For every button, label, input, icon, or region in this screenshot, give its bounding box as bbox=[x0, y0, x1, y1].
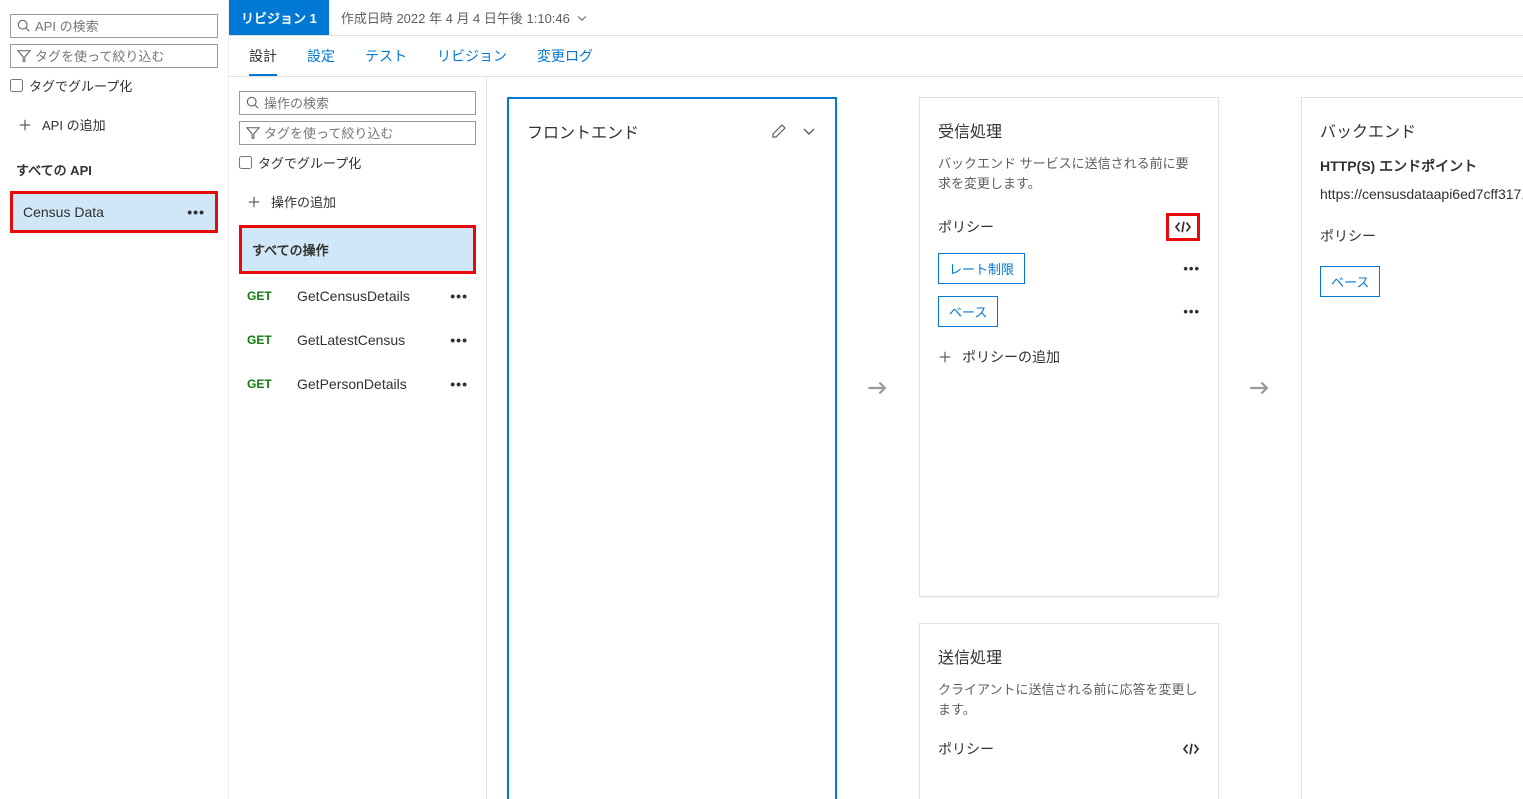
op-filter[interactable] bbox=[239, 121, 476, 145]
add-op-label: 操作の追加 bbox=[271, 192, 336, 211]
api-item-more[interactable]: ••• bbox=[187, 204, 205, 220]
tabs: 設計 設定 テスト リビジョン 変更ログ bbox=[229, 36, 1523, 77]
plus-icon bbox=[938, 350, 952, 364]
topbar: リビジョン 1 作成日時 2022 年 4 月 4 日午後 1:10:46 bbox=[229, 0, 1523, 36]
op-group-by-tag-checkbox[interactable] bbox=[239, 156, 252, 169]
search-icon bbox=[246, 96, 260, 110]
op-search-input[interactable] bbox=[264, 96, 469, 111]
api-filter[interactable] bbox=[10, 44, 218, 68]
backend-url: https://censusdataapi6ed7cff317.azurew bbox=[1320, 186, 1523, 202]
base-pill[interactable]: ベース bbox=[938, 296, 998, 327]
outbound-title: 送信処理 bbox=[938, 644, 1200, 668]
policy-boards: フロントエンド 受信処理 バックエンド サービスに送信される前に要求を変更します… bbox=[487, 77, 1523, 799]
op-group-by-tag-label: タグでグループ化 bbox=[258, 153, 361, 172]
chevron-down-icon bbox=[576, 12, 588, 24]
backend-endpoint-label: HTTP(S) エンドポイント bbox=[1320, 156, 1523, 176]
group-by-tag-checkbox[interactable]: タグでグループ化 bbox=[10, 76, 218, 95]
api-search[interactable] bbox=[10, 14, 218, 38]
tab-changelog[interactable]: 変更ログ bbox=[537, 46, 593, 66]
add-api-label: API の追加 bbox=[42, 115, 106, 134]
add-policy-button[interactable]: ポリシーの追加 bbox=[938, 347, 1200, 367]
add-op-button[interactable]: 操作の追加 bbox=[239, 186, 476, 217]
api-search-input[interactable] bbox=[35, 19, 211, 34]
op-label: GetCensusDetails bbox=[297, 288, 410, 304]
op-method: GET bbox=[247, 377, 279, 391]
api-item-label: Census Data bbox=[23, 204, 104, 220]
api-filter-input[interactable] bbox=[35, 49, 211, 64]
op-row-getpersondetails[interactable]: GET GetPersonDetails ••• bbox=[239, 362, 476, 406]
op-group-by-tag[interactable]: タグでグループ化 bbox=[239, 153, 476, 172]
search-icon bbox=[17, 19, 31, 33]
tab-settings[interactable]: 設定 bbox=[307, 46, 335, 66]
tab-test[interactable]: テスト bbox=[365, 46, 407, 66]
backend-card[interactable]: バックエンド HTTP(S) エンドポイント https://censusdat… bbox=[1301, 97, 1523, 799]
code-icon[interactable] bbox=[1182, 742, 1200, 756]
base-more[interactable]: ••• bbox=[1183, 304, 1200, 319]
inbound-card[interactable]: 受信処理 バックエンド サービスに送信される前に要求を変更します。 ポリシー レ… bbox=[919, 97, 1219, 597]
backend-policy-label: ポリシー bbox=[1320, 226, 1376, 246]
op-label: GetLatestCensus bbox=[297, 332, 405, 348]
chevron-down-icon[interactable] bbox=[801, 123, 817, 139]
all-operations[interactable]: すべての操作 bbox=[239, 225, 476, 274]
code-view-button[interactable] bbox=[1166, 213, 1200, 241]
backend-base-pill[interactable]: ベース bbox=[1320, 266, 1380, 297]
inbound-policy-label: ポリシー bbox=[938, 217, 994, 237]
rate-limit-pill[interactable]: レート制限 bbox=[938, 253, 1025, 284]
edit-icon[interactable] bbox=[771, 123, 787, 139]
created-at-text: 作成日時 2022 年 4 月 4 日午後 1:10:46 bbox=[341, 8, 570, 27]
plus-icon bbox=[18, 118, 32, 132]
revision-tag[interactable]: リビジョン 1 bbox=[229, 0, 329, 35]
content: タグでグループ化 操作の追加 すべての操作 GET GetCensusDetai… bbox=[229, 77, 1523, 799]
op-search[interactable] bbox=[239, 91, 476, 115]
code-icon bbox=[1174, 220, 1192, 234]
created-at[interactable]: 作成日時 2022 年 4 月 4 日午後 1:10:46 bbox=[341, 8, 588, 27]
filter-icon bbox=[17, 49, 31, 63]
op-more[interactable]: ••• bbox=[450, 332, 468, 348]
tab-revision[interactable]: リビジョン bbox=[437, 46, 507, 66]
outbound-card[interactable]: 送信処理 クライアントに送信される前に応答を変更します。 ポリシー bbox=[919, 623, 1219, 799]
plus-icon bbox=[247, 195, 261, 209]
main: リビジョン 1 作成日時 2022 年 4 月 4 日午後 1:10:46 設計… bbox=[229, 0, 1523, 799]
api-sidebar: タグでグループ化 API の追加 すべての API Census Data ••… bbox=[0, 0, 229, 799]
add-policy-label: ポリシーの追加 bbox=[962, 347, 1060, 367]
operations-panel: タグでグループ化 操作の追加 すべての操作 GET GetCensusDetai… bbox=[229, 77, 487, 799]
group-by-tag-label: タグでグループ化 bbox=[29, 76, 132, 95]
op-row-getlatestcensus[interactable]: GET GetLatestCensus ••• bbox=[239, 318, 476, 362]
op-more[interactable]: ••• bbox=[450, 288, 468, 304]
tab-design[interactable]: 設計 bbox=[249, 46, 277, 76]
group-by-tag-checkbox-input[interactable] bbox=[10, 79, 23, 92]
op-label: GetPersonDetails bbox=[297, 376, 407, 392]
inbound-desc: バックエンド サービスに送信される前に要求を変更します。 bbox=[938, 154, 1200, 193]
filter-icon bbox=[246, 126, 260, 140]
rate-limit-more[interactable]: ••• bbox=[1183, 261, 1200, 276]
op-method: GET bbox=[247, 289, 279, 303]
outbound-policy-label: ポリシー bbox=[938, 739, 994, 759]
arrow-icon bbox=[867, 377, 889, 399]
frontend-card[interactable]: フロントエンド bbox=[507, 97, 837, 799]
all-api-heading[interactable]: すべての API bbox=[16, 160, 212, 179]
op-row-getcensusdetails[interactable]: GET GetCensusDetails ••• bbox=[239, 274, 476, 318]
inbound-title: 受信処理 bbox=[938, 118, 1200, 142]
op-filter-input[interactable] bbox=[264, 126, 469, 141]
frontend-title: フロントエンド bbox=[527, 119, 639, 143]
api-item-census-data[interactable]: Census Data ••• bbox=[10, 191, 218, 233]
op-more[interactable]: ••• bbox=[450, 376, 468, 392]
arrow-icon bbox=[1249, 377, 1271, 399]
op-method: GET bbox=[247, 333, 279, 347]
add-api-button[interactable]: API の追加 bbox=[10, 109, 218, 140]
outbound-desc: クライアントに送信される前に応答を変更します。 bbox=[938, 680, 1200, 719]
backend-title: バックエンド bbox=[1320, 118, 1523, 142]
